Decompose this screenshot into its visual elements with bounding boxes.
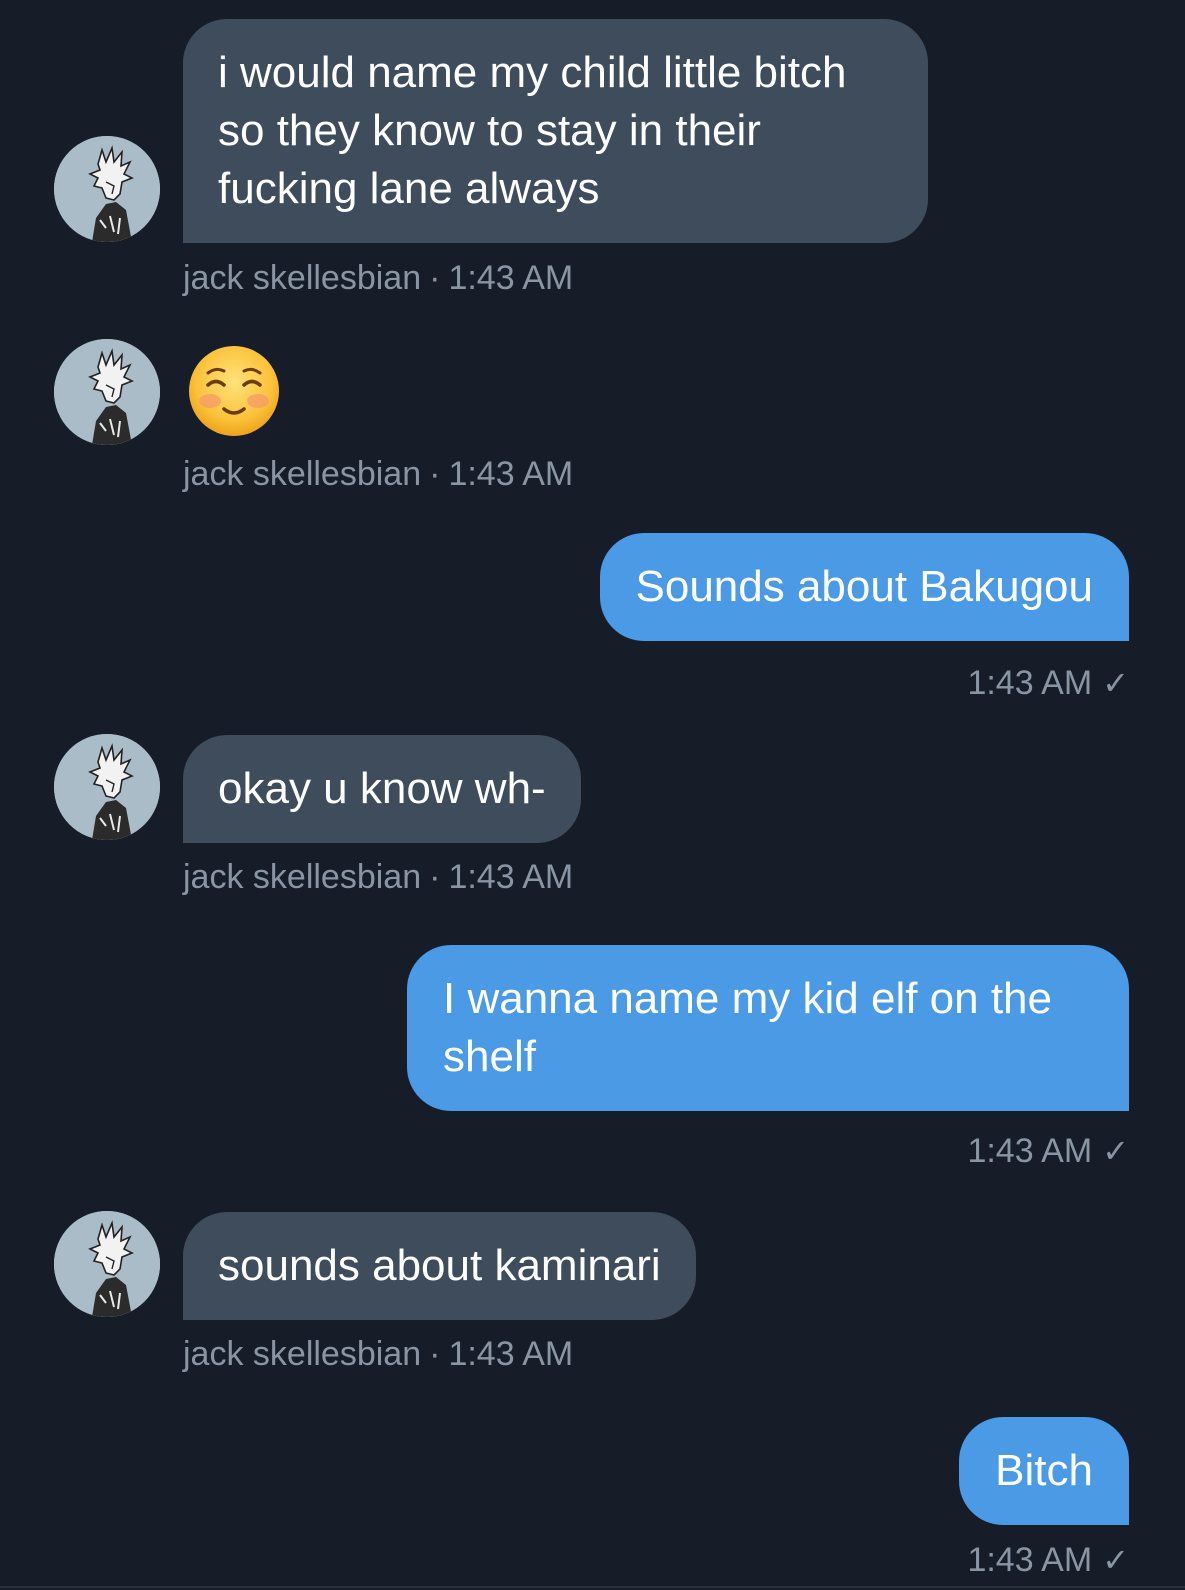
message-bubble-sent[interactable]: Bitch xyxy=(959,1417,1129,1525)
timestamp: 1:43 AM xyxy=(448,858,574,896)
checkmark-icon: ✓ xyxy=(1102,1542,1129,1578)
sender-name: jack skellesbian xyxy=(183,455,422,493)
avatar-icon xyxy=(54,734,160,840)
smiling-face-emoji[interactable] xyxy=(188,345,280,437)
message-meta: 1:43 AM ✓ xyxy=(967,663,1129,703)
message-meta: jack skellesbian · 1:43 AM xyxy=(183,857,573,897)
avatar[interactable] xyxy=(54,136,160,242)
separator: · xyxy=(429,259,441,297)
message-bubble-sent[interactable]: I wanna name my kid elf on the shelf xyxy=(407,945,1129,1111)
timestamp: 1:43 AM xyxy=(448,1335,574,1373)
avatar-icon xyxy=(54,136,160,242)
avatar[interactable] xyxy=(54,339,160,445)
separator: · xyxy=(429,858,441,896)
avatar[interactable] xyxy=(54,1211,160,1317)
sender-name: jack skellesbian xyxy=(183,858,422,896)
message-meta: jack skellesbian · 1:43 AM xyxy=(183,258,573,298)
avatar-icon xyxy=(54,339,160,445)
divider xyxy=(0,1586,1185,1588)
separator: · xyxy=(429,455,441,493)
sender-name: jack skellesbian xyxy=(183,259,422,297)
message-meta: 1:43 AM ✓ xyxy=(967,1540,1129,1580)
message-bubble-received[interactable]: okay u know wh- xyxy=(183,735,581,843)
avatar-icon xyxy=(54,1211,160,1317)
separator: · xyxy=(429,1335,441,1373)
timestamp: 1:43 AM xyxy=(448,259,574,297)
timestamp: 1:43 AM xyxy=(967,1132,1093,1170)
message-bubble-sent[interactable]: Sounds about Bakugou xyxy=(599,533,1129,641)
checkmark-icon: ✓ xyxy=(1102,665,1129,701)
avatar[interactable] xyxy=(54,734,160,840)
sender-name: jack skellesbian xyxy=(183,1335,422,1373)
message-bubble-received[interactable]: i would name my child little bitch so th… xyxy=(183,19,928,243)
timestamp: 1:43 AM xyxy=(967,664,1093,702)
conversation: i would name my child little bitch so th… xyxy=(0,0,1185,1590)
message-bubble-received[interactable]: sounds about kaminari xyxy=(183,1212,696,1320)
timestamp: 1:43 AM xyxy=(967,1541,1093,1579)
message-meta: jack skellesbian · 1:43 AM xyxy=(183,1334,573,1374)
message-meta: jack skellesbian · 1:43 AM xyxy=(183,454,573,494)
timestamp: 1:43 AM xyxy=(448,455,574,493)
checkmark-icon: ✓ xyxy=(1102,1133,1129,1169)
message-meta: 1:43 AM ✓ xyxy=(967,1131,1129,1171)
